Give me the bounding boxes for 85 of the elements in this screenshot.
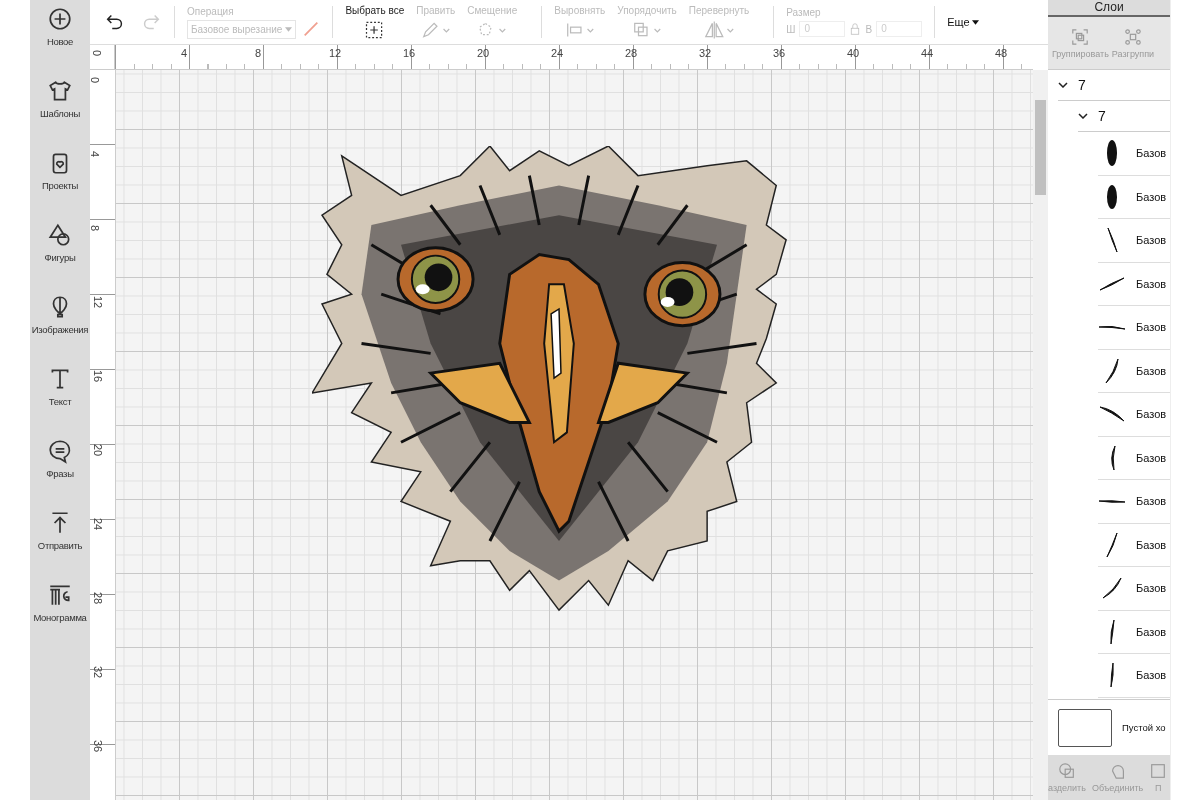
brush-stroke-icon (1098, 324, 1126, 331)
vertical-scrollbar[interactable] (1033, 70, 1048, 800)
operation-label: Операция (187, 5, 235, 17)
flip-icon (702, 19, 736, 40)
ungroup-icon (1123, 27, 1142, 46)
layer-group-row[interactable]: 7 (1058, 70, 1170, 101)
sidebar-item[interactable]: Фигуры (30, 222, 90, 294)
sidebar-item[interactable]: Монограмма (30, 582, 90, 654)
sidebar-item[interactable]: Фразы (30, 438, 90, 510)
layer-item[interactable]: Базов (1098, 349, 1170, 393)
ruler-label: 0 (91, 49, 104, 57)
ruler-label: 32 (698, 47, 712, 59)
shirt-icon (47, 78, 73, 104)
sidebar-item[interactable]: Изображения (30, 294, 90, 366)
ruler-label: 24 (92, 517, 105, 531)
toolbar-tool[interactable]: Выбрать все (345, 4, 405, 40)
ruler-label: 28 (624, 47, 638, 59)
more-menu-button[interactable]: Еще (947, 14, 979, 30)
layer-item[interactable]: Базов (1098, 393, 1170, 437)
brush-stroke-icon (1108, 444, 1116, 471)
ruler-label: 8 (254, 47, 262, 59)
ruler-label: 4 (180, 47, 188, 59)
chevron-icon[interactable] (1078, 113, 1088, 119)
group-icon (1071, 27, 1090, 46)
ruler-label: 20 (92, 443, 105, 457)
brush-stroke-icon (1099, 276, 1125, 291)
ruler-label: 48 (994, 47, 1008, 59)
ruler-label: 20 (476, 47, 490, 59)
blank-canvas-swatch[interactable] (1058, 708, 1112, 747)
layer-item[interactable]: Базов (1098, 219, 1170, 263)
ruler-label: 36 (772, 47, 786, 59)
monogram-icon (47, 582, 73, 608)
ruler-label: 8 (90, 224, 102, 232)
brush-stroke-icon (1102, 577, 1122, 600)
brush-stroke-icon (1106, 227, 1118, 254)
slice-icon (1057, 762, 1076, 780)
bubble-icon (47, 438, 73, 464)
layer-group-row[interactable]: 7 (1078, 101, 1170, 132)
ruler-label: 28 (92, 591, 105, 605)
layer-item[interactable]: Базов (1098, 567, 1170, 611)
size-label: Размер (786, 7, 822, 18)
sidebar-item[interactable]: Проекты (30, 150, 90, 222)
sidebar-item[interactable]: Отправить (30, 510, 90, 582)
attach-icon (1149, 762, 1168, 780)
layer-item[interactable]: Базов (1098, 175, 1170, 219)
ruler-label: 4 (90, 150, 102, 158)
chevron-icon[interactable] (1058, 82, 1068, 88)
ruler-label: 12 (92, 295, 105, 309)
caret-icon (971, 19, 979, 25)
brush-stroke-icon (1098, 498, 1126, 504)
ruler-label: 12 (328, 47, 342, 59)
brush-stroke-icon (1106, 531, 1118, 558)
plus-icon (47, 6, 73, 32)
ruler-label: 32 (92, 665, 105, 679)
ruler-label: 0 (90, 76, 102, 84)
height-label: В (865, 23, 873, 35)
layer-item[interactable]: Базов (1098, 523, 1170, 567)
ruler-label: 24 (550, 47, 564, 59)
blank-canvas-label: Пустой хо (1122, 722, 1166, 733)
brush-stroke-icon (1108, 618, 1116, 645)
width-label: Ш (786, 23, 796, 35)
brush-stroke-icon (1105, 357, 1119, 384)
ruler-label: 36 (92, 739, 105, 753)
brush-stroke-icon (1109, 662, 1115, 689)
brush-stroke-icon (1099, 406, 1125, 423)
layer-item[interactable]: Базов (1098, 306, 1170, 350)
caret-icon (285, 26, 293, 32)
design-canvas[interactable] (115, 70, 1033, 800)
pen-color-icon[interactable] (302, 20, 321, 38)
layer-item[interactable]: Базов (1098, 436, 1170, 480)
ruler-label: 44 (920, 47, 934, 59)
blob-shape-icon (1106, 139, 1118, 168)
layers-title: Слои (1048, 0, 1170, 17)
layer-item[interactable]: Базов (1098, 654, 1170, 698)
sidebar-item[interactable]: Текст (30, 366, 90, 438)
layer-item[interactable]: Базов (1098, 132, 1170, 176)
layer-item[interactable]: Базов (1098, 480, 1170, 524)
sidebar-item[interactable]: Новое (30, 6, 90, 78)
layer-item[interactable]: Базов (1098, 610, 1170, 654)
blob-shape-icon (1106, 183, 1118, 210)
ruler-label: 16 (92, 369, 105, 383)
sidebar-item[interactable]: Шаблоны (30, 78, 90, 150)
ruler-label: 40 (846, 47, 860, 59)
ruler-label: 16 (402, 47, 416, 59)
layer-item[interactable]: Базов (1098, 262, 1170, 306)
